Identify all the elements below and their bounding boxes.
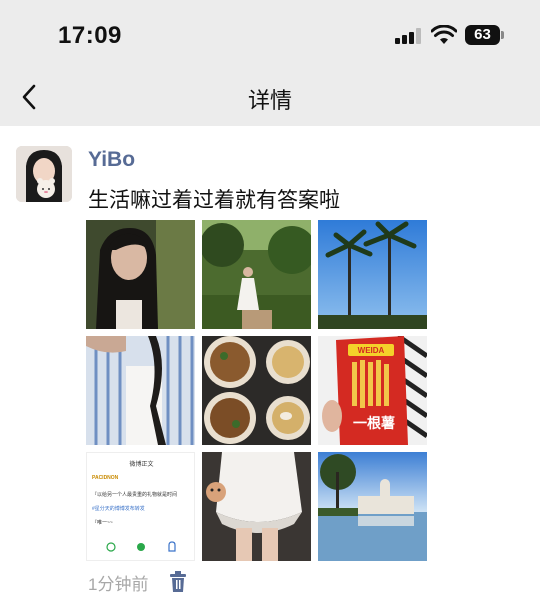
moment-post: YiBo 生活嘛过着过着就有答案啦 WEIDA 一根薯 微博正文 PACIDNO… xyxy=(0,126,540,614)
weibo-line2: #星分天的博博发布转发 xyxy=(92,506,145,512)
photo-palm-trees[interactable] xyxy=(318,220,427,329)
photo-lake-building[interactable] xyxy=(318,452,427,561)
signal-bars-icon xyxy=(395,28,423,44)
wifi-icon xyxy=(431,25,457,44)
avatar[interactable] xyxy=(16,146,72,202)
post-timestamp: 1分钟前 xyxy=(88,575,149,594)
battery-level: 63 xyxy=(465,25,500,45)
photo-snack-pack[interactable]: WEIDA 一根薯 xyxy=(318,336,427,445)
username[interactable]: YiBo xyxy=(88,148,135,172)
post-footer: 1分钟前 xyxy=(88,570,186,594)
photo-garden-walk[interactable] xyxy=(202,220,311,329)
photo-striped-shirt[interactable] xyxy=(86,336,195,445)
weibo-title: 微博正文 xyxy=(129,462,154,468)
photo-weibo-screenshot[interactable]: 微博正文 PACIDNON 『以给另一个人最贵重的礼物就是时间 #星分天的博博发… xyxy=(86,452,195,561)
post-text: 生活嘛过着过着就有答案啦 xyxy=(88,189,340,212)
snack-brand: WEIDA xyxy=(358,346,385,355)
nav-bar: 详情 xyxy=(0,70,540,126)
snack-name: 一根薯 xyxy=(353,415,395,432)
weibo-line1: 『以给另一个人最贵重的礼物就是时间 xyxy=(92,492,178,498)
trash-icon[interactable] xyxy=(168,571,188,593)
weibo-line3: 『唯一~~ xyxy=(92,520,113,526)
page-title: 详情 xyxy=(247,88,292,113)
photo-food-table[interactable] xyxy=(202,336,311,445)
status-bar: 17:09 63 xyxy=(0,0,540,70)
photo-grid: WEIDA 一根薯 微博正文 PACIDNON 『以给另一个人最贵重的礼物就是时… xyxy=(86,220,428,562)
battery-icon: 63 xyxy=(465,25,505,45)
status-time: 17:09 xyxy=(58,22,122,49)
photo-selfie[interactable] xyxy=(86,220,195,329)
photo-white-skirt[interactable] xyxy=(202,452,311,561)
weibo-user: PACIDNON xyxy=(92,475,119,481)
